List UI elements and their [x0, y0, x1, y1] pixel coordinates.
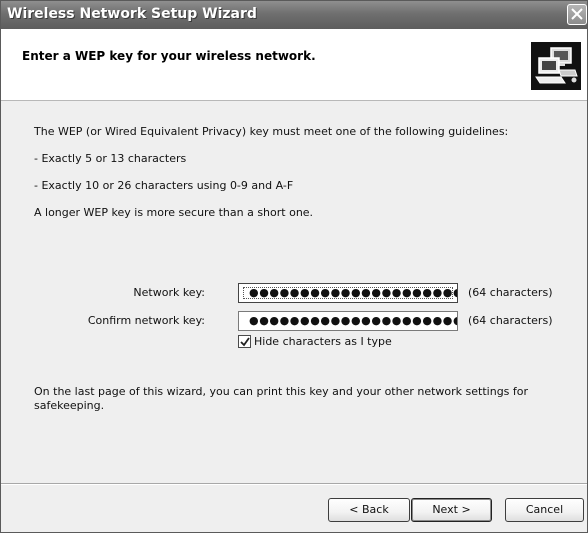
- guideline-length: - Exactly 5 or 13 characters: [34, 152, 187, 165]
- wizard-header: Enter a WEP key for your wireless networ…: [1, 29, 587, 101]
- next-button[interactable]: Next >: [411, 498, 492, 522]
- confirm-key-count: (64 characters): [468, 314, 553, 327]
- network-key-input[interactable]: ●●●●●●●●●●●●●●●●●●●●●●●●●●●: [238, 283, 458, 303]
- network-key-count: (64 characters): [468, 286, 553, 299]
- hide-characters-label[interactable]: Hide characters as I type: [254, 335, 392, 348]
- title-bar[interactable]: Wireless Network Setup Wizard: [1, 1, 587, 29]
- close-button[interactable]: [567, 4, 587, 25]
- page-title: Enter a WEP key for your wireless networ…: [22, 49, 316, 63]
- security-note: A longer WEP key is more secure than a s…: [34, 206, 314, 219]
- footer-separator: [1, 483, 587, 485]
- confirm-key-value: ●●●●●●●●●●●●●●●●●●●●●●●●●●●: [249, 314, 457, 327]
- window-title: Wireless Network Setup Wizard: [7, 6, 257, 22]
- confirm-key-input[interactable]: ●●●●●●●●●●●●●●●●●●●●●●●●●●●: [238, 311, 458, 331]
- print-info-line1: On the last page of this wizard, you can…: [34, 385, 529, 398]
- back-button[interactable]: < Back: [328, 498, 410, 522]
- checkmark-icon: [240, 337, 250, 347]
- cancel-button[interactable]: Cancel: [505, 498, 584, 522]
- print-info-line2: safekeeping.: [34, 399, 105, 412]
- network-key-value: ●●●●●●●●●●●●●●●●●●●●●●●●●●●: [249, 286, 457, 299]
- wizard-window: Wireless Network Setup Wizard Enter a WE…: [0, 0, 588, 533]
- guidelines-intro: The WEP (or Wired Equivalent Privacy) ke…: [34, 125, 509, 138]
- confirm-key-label: Confirm network key:: [87, 314, 205, 327]
- close-icon: [571, 8, 583, 20]
- network-computers-icon: [531, 42, 581, 90]
- guideline-hex: - Exactly 10 or 26 characters using 0-9 …: [34, 179, 294, 192]
- hide-characters-checkbox[interactable]: [238, 335, 251, 348]
- network-key-label: Network key:: [133, 286, 205, 299]
